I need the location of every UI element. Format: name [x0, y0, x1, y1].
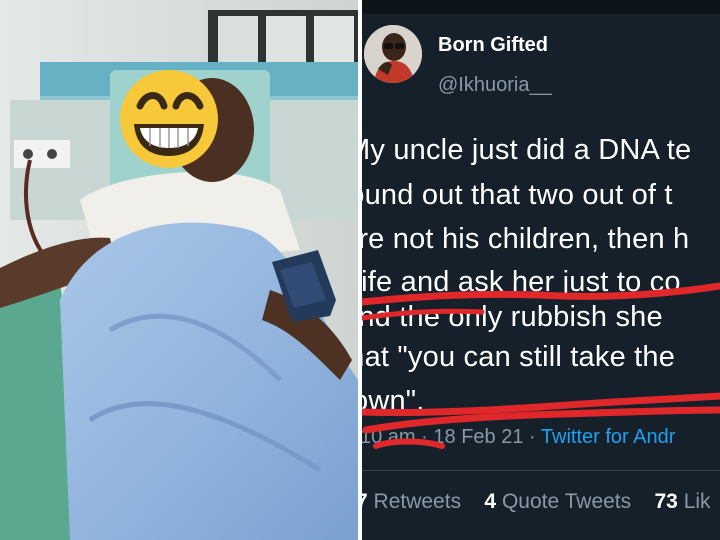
- tweet-card: Born Gifted @Ikhuoria__ My uncle just di…: [362, 0, 720, 540]
- red-scribble-marks: [362, 282, 720, 449]
- hospital-photo: [0, 0, 358, 540]
- grinning-emoji-icon: [120, 70, 218, 168]
